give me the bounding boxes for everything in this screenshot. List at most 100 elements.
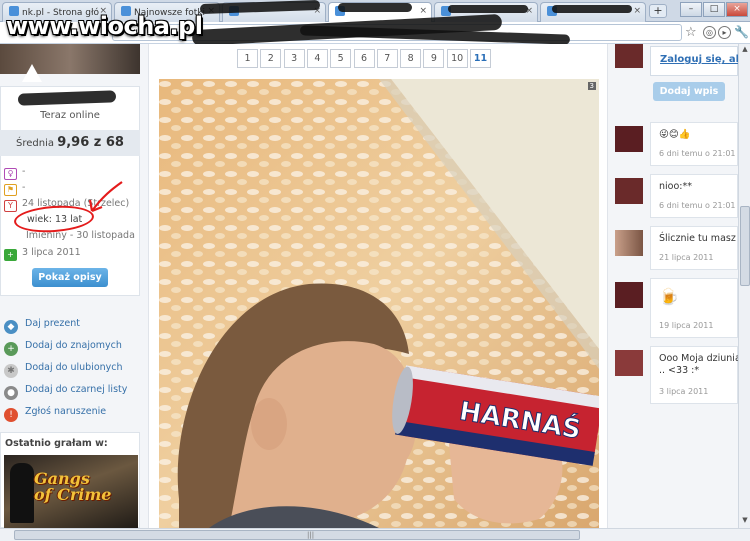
avatar[interactable] [615,350,643,376]
info-text: - [22,182,26,193]
profile-icon: ♀ [4,168,17,180]
action-label: Daj prezent [25,318,80,329]
page-button-2[interactable]: 2 [260,49,282,68]
horizontal-scroll-thumb[interactable]: ||| [14,530,580,540]
action-label: Dodaj do ulubionych [25,362,123,373]
horizontal-scrollbar[interactable]: ||| [0,528,750,541]
maximize-button[interactable]: □ [703,2,725,17]
rating-box: Średnia 9,96 z 68 [0,130,140,156]
comment-date: 6 dni temu o 21:01 [659,149,736,158]
give-gift-link[interactable]: ◆ Daj prezent [4,318,80,334]
report-icon: ! [4,408,18,422]
site-watermark: www.wiocha.pl [6,12,203,40]
comment-item: Ślicznie tu masz 21 lipca 2011 [612,226,738,274]
comment-bubble: 🍺 19 lipca 2011 [650,278,738,338]
avatar[interactable] [615,126,643,152]
page-button-8[interactable]: 8 [400,49,422,68]
report-link[interactable]: ! Zgłoś naruszenie [4,406,106,422]
new-tab-button[interactable]: + [649,4,667,18]
comment-text-line2: .. <33 :* [659,365,700,376]
main-photo[interactable]: HARNAŚ 3 [159,79,599,528]
comment-date: 19 lipca 2011 [659,321,714,330]
extension-icon[interactable]: ◎ [703,26,716,39]
action-label: Zgłoś naruszenie [25,406,107,417]
gangster-figure [10,463,34,523]
comments-column: Zaloguj się, aby Dodaj wpis 😜😊👍 6 dni te… [612,44,738,528]
joined-icon: + [4,249,17,261]
comment-date: 21 lipca 2011 [659,253,714,262]
grip-icon: ||| [307,531,315,539]
birthday-icon: Y [4,200,17,212]
show-descriptions-button[interactable]: Pokaż opisy [32,268,108,287]
page-button-10[interactable]: 10 [446,49,468,68]
photo-image: HARNAŚ [159,79,599,528]
rating-label: Średnia [16,138,54,149]
recently-played-box: Ostatnio grałam w: Gangs of Crime [0,432,140,528]
comment-text: 😜😊👍 [659,129,691,140]
game-thumbnail[interactable]: Gangs of Crime [4,455,138,528]
online-status: Teraz online [40,110,100,121]
comment-bubble: 😜😊👍 6 dni temu o 21:01 [650,122,738,166]
flag-icon: ⚑ [4,184,17,196]
action-label: Dodaj do znajomych [25,340,122,351]
recently-played-title: Ostatnio grałam w: [5,438,108,449]
red-arrow-annotation [88,181,123,213]
close-icon[interactable]: × [633,6,641,16]
redaction-scribble [448,5,528,13]
comment-date: 3 lipca 2011 [659,387,709,396]
page-button-3[interactable]: 3 [283,49,305,68]
action-label: Dodaj do czarnej listy [25,384,128,395]
vertical-scrollbar[interactable]: ▲ ▼ [738,44,750,528]
comment-item: Ooo Moja dziunia .. <33 :* 3 lipca 2011 [612,346,738,404]
add-friend-icon: + [4,342,18,356]
page-button-1[interactable]: 1 [237,49,258,68]
photo-count-badge: 3 [587,82,596,90]
game-logo: Gangs of Crime [34,471,111,503]
comment-text: Ooo Moja dziunia [659,353,738,364]
page-button-4[interactable]: 4 [306,49,328,68]
close-window-button[interactable]: × [726,2,748,17]
page-button-7[interactable]: 7 [376,49,398,68]
wrench-icon[interactable]: 🔧 [734,25,749,39]
comment-item: 🍺 19 lipca 2011 [612,278,738,340]
game-title-line2: of Crime [34,485,112,504]
add-entry-button[interactable]: Dodaj wpis [653,82,725,101]
add-blacklist-link[interactable]: ● Dodaj do czarnej listy [4,384,127,400]
add-friend-link[interactable]: + Dodaj do znajomych [4,340,122,356]
scroll-down-icon[interactable]: ▼ [740,516,750,526]
comment-bubble: Ślicznie tu masz 21 lipca 2011 [650,226,738,270]
comment-item: nioo:** 6 dni temu o 21:01 [612,174,738,222]
comment-date: 6 dni temu o 21:01 [659,201,736,210]
favorite-icon: ✱ [4,364,18,378]
profile-photo[interactable] [0,44,140,74]
rating-value: 9,96 z 68 [57,135,124,150]
page-menu-icon[interactable]: ▸ [718,26,731,39]
page-button-9[interactable]: 9 [423,49,445,68]
info-text: - [22,166,26,177]
avatar[interactable] [615,44,643,68]
info-text: 3 lipca 2011 [22,247,81,258]
page-button-6[interactable]: 6 [353,49,375,68]
comment-text: nioo:** [659,181,692,192]
scroll-up-icon[interactable]: ▲ [740,45,750,55]
vertical-scroll-thumb[interactable] [740,206,750,286]
page-button-11[interactable]: 11 [470,49,491,68]
gift-icon: ◆ [4,320,18,334]
login-link[interactable]: Zaloguj się, aby [660,54,738,65]
info-row-location: ⚑ - [4,182,25,196]
photo-column: 1 2 3 4 5 6 7 8 9 10 11 HARNAŚ 3 [148,44,608,528]
bookmark-star-icon[interactable]: ☆ [685,25,697,40]
photo-pointer [22,64,42,82]
minimize-button[interactable]: – [680,2,702,17]
avatar[interactable] [615,230,643,256]
info-row-joined: +3 lipca 2011 [4,247,81,261]
comment-bubble: nioo:** 6 dni temu o 21:01 [650,174,738,218]
page-button-5[interactable]: 5 [330,49,352,68]
close-icon[interactable]: × [419,6,427,16]
avatar[interactable] [615,282,643,308]
comment-bubble: Ooo Moja dziunia .. <33 :* 3 lipca 2011 [650,346,738,404]
avatar[interactable] [615,178,643,204]
beer-emoticon-icon: 🍺 [659,287,679,306]
add-favorite-link[interactable]: ✱ Dodaj do ulubionych [4,362,123,378]
comment-text: Ślicznie tu masz [659,233,736,244]
